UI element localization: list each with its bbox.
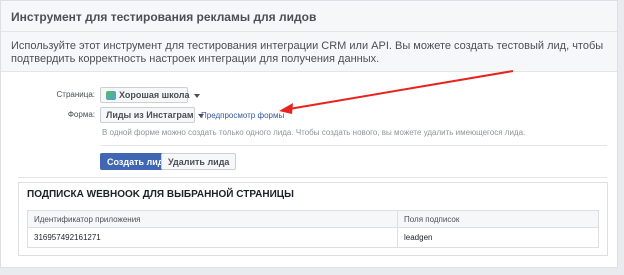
annotation-arrow: [279, 70, 514, 114]
panel-title: Инструмент для тестирования рекламы для …: [1, 1, 617, 32]
form-select-value: Лиды из Инстаграм: [106, 110, 194, 120]
page-avatar-icon: [106, 91, 116, 101]
webhook-subscription-box: ПОДПИСКА WEBHOOK ДЛЯ ВЫБРАННОЙ СТРАНИЦЫ …: [18, 182, 608, 256]
column-header: Идентификатор приложения: [27, 210, 398, 228]
page-select-value: Хорошая школа: [119, 90, 190, 100]
page-select[interactable]: Хорошая школа: [100, 87, 200, 103]
webhook-title: ПОДПИСКА WEBHOOK ДЛЯ ВЫБРАННОЙ СТРАНИЦЫ: [27, 189, 294, 200]
app-id-cell: 316957492161271: [27, 227, 398, 248]
table-row: 316957492161271 leadgen: [27, 227, 599, 248]
form-hint: В одной форме можно создать только одног…: [102, 128, 526, 137]
chevron-down-icon: [193, 93, 200, 98]
webhook-table: Идентификатор приложения Поля подписок 3…: [27, 210, 599, 248]
delete-lead-button[interactable]: Удалить лида: [161, 153, 237, 170]
subscription-fields-cell: leadgen: [397, 227, 599, 248]
column-header: Поля подписок: [397, 210, 599, 228]
intro-text: Используйте этот инструмент для тестиров…: [1, 32, 617, 72]
form-label: Форма:: [67, 110, 95, 119]
create-lead-button[interactable]: Создать лид: [100, 153, 171, 170]
table-header-row: Идентификатор приложения Поля подписок: [27, 210, 599, 228]
divider: [18, 177, 607, 178]
lead-ads-testing-panel: Инструмент для тестирования рекламы для …: [0, 0, 618, 268]
form-select[interactable]: Лиды из Инстаграм: [100, 107, 204, 123]
divider: [101, 145, 607, 146]
page-label: Страница:: [56, 90, 95, 99]
